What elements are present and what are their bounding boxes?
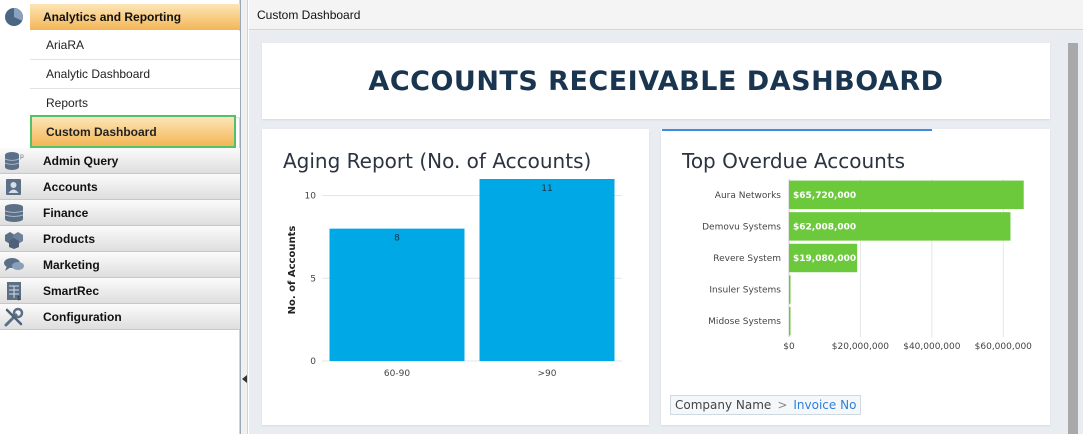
window-title: Custom Dashboard [257,7,361,22]
breadcrumb-company-name[interactable]: Company Name [675,398,771,412]
y-axis-label: No. of Accounts [287,226,298,315]
database-icon: p [4,152,24,170]
top-overdue-chart: $0 $20,000,000 $40,000,000 $60,000,000 Aura … [702,179,1033,352]
nav-products[interactable]: Products [0,226,240,252]
nav-label: Marketing [43,257,100,272]
svg-text:p: p [20,153,24,160]
vertical-scrollbar[interactable] [1068,43,1078,434]
nav-configuration[interactable]: Configuration [0,304,240,330]
y-tick-label: 10 [305,192,317,202]
nav-finance[interactable]: Finance [0,200,240,226]
nav-label: Admin Query [43,153,119,168]
nav-marketing[interactable]: Marketing [0,252,240,278]
y-tick-label: Midose Systems [708,317,781,327]
contact-card-icon [6,179,21,195]
sub-item-reports[interactable]: Reports [30,89,240,118]
speech-bubbles-icon [4,258,24,271]
nav-label: Accounts [43,179,98,194]
hbar-insuler-systems [789,275,791,304]
hbar-midose-systems [789,306,791,336]
y-tick-label: Insuler Systems [709,286,781,296]
y-tick-label: 0 [310,357,316,367]
window-titlebar: Custom Dashboard [249,0,1083,30]
x-tick-label: $20,000,000 [832,342,890,352]
sub-item-ariara[interactable]: AriaRA [30,31,240,60]
main-area: Custom Dashboard ACCOUNTS RECEIVABLE DAS… [249,0,1083,434]
dashboard-header: ACCOUNTS RECEIVABLE DASHBOARD [262,43,1050,119]
nav-accounts[interactable]: Accounts [0,174,240,200]
bar-6090 [329,228,465,361]
sub-item-custom-dashboard[interactable]: Custom Dashboard [30,115,236,148]
hbar-data-label: $62,008,000 [793,222,856,232]
svg-text:$: $ [17,295,21,301]
dashboard-title: ACCOUNTS RECEIVABLE DASHBOARD [368,65,944,97]
hbar-data-label: $19,080,000 [793,254,856,264]
y-tick-label: Demovu Systems [702,222,781,232]
bar-90 [479,179,615,361]
nav-label: Analytics and Reporting [43,9,182,24]
wrench-screwdriver-icon [4,307,24,327]
dashboard-content: ACCOUNTS RECEIVABLE DASHBOARD Aging Repo… [249,31,1083,434]
sidebar: Analytics and Reporting AriaRA Analytic … [0,0,240,434]
x-tick-label: $0 [783,342,795,352]
nav-smartrec[interactable]: $ SmartRec [0,278,240,304]
y-tick-label: Revere System [713,254,781,264]
aging-report-panel: Aging Report (No. of Accounts) 0 5 10 No. o… [262,129,649,425]
nav-label: Finance [43,205,89,220]
pie-chart-icon [5,8,23,26]
drilldown-breadcrumb: Company Name > Invoice No [670,395,862,415]
bar-data-label: 11 [541,184,552,194]
sub-item-analytic-dashboard[interactable]: Analytic Dashboard [30,60,240,89]
nav-label: SmartRec [43,283,100,298]
boxes-icon [5,232,23,249]
x-tick-label: $40,000,000 [903,342,961,352]
nav-label: Configuration [43,309,122,324]
sidebar-collapse-handle[interactable] [240,0,248,434]
breadcrumb-separator-icon: > [777,398,788,412]
nav-analytics-and-reporting[interactable]: Analytics and Reporting [0,4,240,30]
hbar-data-label: $65,720,000 [793,191,856,201]
coin-stack-icon [4,204,24,222]
nav-label: Products [43,231,96,246]
breadcrumb-invoice-no[interactable]: Invoice No [793,398,856,412]
bar-data-label: 8 [394,234,400,244]
nav-admin-query[interactable]: p Admin Query [0,148,240,174]
x-tick-label: $60,000,000 [975,342,1033,352]
spreadsheet-icon: $ [7,282,21,301]
y-tick-label: Aura Networks [715,191,782,201]
x-tick-label: 60-90 [384,369,410,379]
top-overdue-panel: Top Overdue Accounts $0 $20,000,000 $40,00… [661,129,1050,425]
x-tick-label: >90 [538,369,557,379]
scrollbar-thumb[interactable] [1068,43,1078,434]
collapse-arrow-icon [242,375,247,383]
aging-report-chart: 0 5 10 No. of Accounts 8 60-90 11 >90 [287,179,622,379]
y-tick-label: 5 [310,274,316,284]
